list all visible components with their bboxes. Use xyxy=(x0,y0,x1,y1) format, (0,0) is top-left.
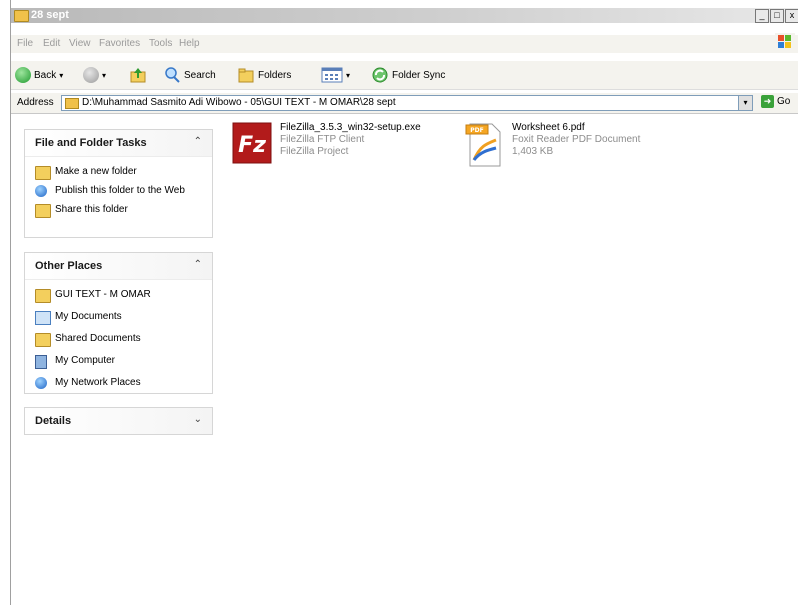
place-my-computer[interactable]: My Computer xyxy=(25,353,212,369)
back-button[interactable]: Back ▾ xyxy=(15,66,63,84)
panel-header[interactable]: File and Folder Tasks ⌃ xyxy=(25,130,212,157)
go-button[interactable]: ➜ Go xyxy=(761,95,790,108)
folders-icon xyxy=(238,68,254,83)
my-computer-icon xyxy=(35,355,47,369)
place-label: Shared Documents xyxy=(55,333,141,344)
file-folder-tasks-panel: File and Folder Tasks ⌃ Make a new folde… xyxy=(24,129,213,238)
menu-view[interactable]: View xyxy=(69,38,91,49)
chevron-down-icon: ▾ xyxy=(59,70,64,80)
file-item-filezilla[interactable]: Fz FileZilla_3.5.3_win32-setup.exe FileZ… xyxy=(230,122,460,172)
folders-label: Folders xyxy=(258,69,292,81)
file-company: FileZilla Project xyxy=(280,146,349,157)
search-icon xyxy=(165,67,180,83)
panel-header[interactable]: Other Places ⌃ xyxy=(25,253,212,280)
chevron-down-icon: ▾ xyxy=(102,70,107,80)
file-item-worksheet[interactable]: PDF Worksheet 6.pdf Foxit Reader PDF Doc… xyxy=(462,122,682,172)
search-label: Search xyxy=(184,69,216,81)
close-button[interactable]: x xyxy=(785,9,798,23)
place-label: My Computer xyxy=(55,355,116,366)
chevron-down-icon: ▾ xyxy=(346,70,351,80)
up-folder-icon xyxy=(130,68,146,83)
file-name: FileZilla_3.5.3_win32-setup.exe xyxy=(280,122,421,133)
folder-sync-icon xyxy=(372,67,388,83)
menu-favorites[interactable]: Favorites xyxy=(99,38,140,49)
explorer-window: 28 sept _ □ x File Edit View Favorites T… xyxy=(10,0,798,605)
network-icon xyxy=(35,377,47,389)
my-documents-icon xyxy=(35,311,51,325)
folders-button[interactable]: Folders xyxy=(237,66,291,84)
folder-icon xyxy=(14,10,29,22)
panel-title: Details xyxy=(35,415,72,427)
menu-help[interactable]: Help xyxy=(179,38,200,49)
panel-title: File and Folder Tasks xyxy=(35,137,147,149)
place-shared-documents[interactable]: Shared Documents xyxy=(25,331,212,347)
file-name: Worksheet 6.pdf xyxy=(512,122,585,133)
svg-text:PDF: PDF xyxy=(470,127,483,134)
svg-text:Fz: Fz xyxy=(238,133,266,158)
title-bar[interactable]: 28 sept _ □ x xyxy=(11,8,798,23)
address-field[interactable]: D:\Muhammad Sasmito Adi Wibowo - 05\GUI … xyxy=(61,95,753,111)
shared-documents-icon xyxy=(35,333,51,347)
up-folder-button[interactable] xyxy=(129,66,147,84)
task-label: Share this folder xyxy=(55,204,128,215)
file-type: FileZilla FTP Client xyxy=(280,134,365,145)
place-label: GUI TEXT - M OMAR xyxy=(55,289,151,300)
address-bar: Address D:\Muhammad Sasmito Adi Wibowo -… xyxy=(11,93,798,114)
place-my-network-places[interactable]: My Network Places xyxy=(25,375,212,391)
details-panel: Details ⌄ xyxy=(24,407,213,435)
collapse-chevron-icon[interactable]: ⌃ xyxy=(194,136,202,147)
windows-logo-icon xyxy=(775,33,795,51)
task-make-new-folder[interactable]: Make a new folder xyxy=(25,164,212,180)
menu-tools[interactable]: Tools xyxy=(149,38,172,49)
expand-chevron-icon[interactable]: ⌄ xyxy=(194,414,202,425)
folder-icon xyxy=(35,289,51,303)
menu-bar: File Edit View Favorites Tools Help xyxy=(11,33,798,53)
go-arrow-icon: ➜ xyxy=(761,95,774,108)
collapse-chevron-icon[interactable]: ⌃ xyxy=(194,259,202,270)
minimize-button[interactable]: _ xyxy=(755,9,769,23)
chevron-down-icon[interactable]: ▾ xyxy=(738,95,753,111)
folder-sync-label: Folder Sync xyxy=(392,69,446,81)
back-label: Back xyxy=(34,69,57,81)
pdf-icon: PDF xyxy=(465,123,501,167)
window-title: 28 sept xyxy=(31,9,69,21)
address-label: Address xyxy=(17,97,54,108)
back-arrow-icon xyxy=(15,67,31,83)
panel-header[interactable]: Details ⌄ xyxy=(25,408,212,434)
new-folder-icon xyxy=(35,166,51,180)
forward-arrow-icon xyxy=(83,67,99,83)
views-icon xyxy=(321,67,343,83)
forward-button[interactable]: ▾ xyxy=(83,66,106,84)
file-size: 1,403 KB xyxy=(512,146,554,157)
place-gui-text[interactable]: GUI TEXT - M OMAR xyxy=(25,287,212,303)
panel-title: Other Places xyxy=(35,260,103,272)
task-label: Make a new folder xyxy=(55,166,137,177)
maximize-button[interactable]: □ xyxy=(770,9,784,23)
views-button[interactable]: ▾ xyxy=(321,66,350,84)
place-label: My Documents xyxy=(55,311,122,322)
task-label: Publish this folder to the Web xyxy=(55,185,185,196)
shared-folder-icon xyxy=(35,204,51,218)
folder-sync-button[interactable]: Folder Sync xyxy=(371,66,445,84)
menu-file[interactable]: File xyxy=(17,38,33,49)
address-path: D:\Muhammad Sasmito Adi Wibowo - 05\GUI … xyxy=(82,97,396,108)
search-button[interactable]: Search xyxy=(163,66,216,84)
menu-edit[interactable]: Edit xyxy=(43,38,60,49)
place-label: My Network Places xyxy=(55,377,141,388)
task-publish-folder[interactable]: Publish this folder to the Web xyxy=(25,183,212,199)
filezilla-icon: Fz xyxy=(232,122,272,164)
place-my-documents[interactable]: My Documents xyxy=(25,309,212,325)
globe-icon xyxy=(35,185,47,197)
file-type: Foxit Reader PDF Document xyxy=(512,134,641,145)
toolbar: Back ▾ ▾ Search Folders ▾ Folder Sync xyxy=(11,60,798,90)
other-places-panel: Other Places ⌃ GUI TEXT - M OMAR My Docu… xyxy=(24,252,213,394)
task-share-folder[interactable]: Share this folder xyxy=(25,202,212,218)
go-label: Go xyxy=(777,96,791,107)
task-pane: File and Folder Tasks ⌃ Make a new folde… xyxy=(11,114,221,605)
folder-icon xyxy=(65,98,79,109)
file-list: Fz FileZilla_3.5.3_win32-setup.exe FileZ… xyxy=(226,114,798,605)
